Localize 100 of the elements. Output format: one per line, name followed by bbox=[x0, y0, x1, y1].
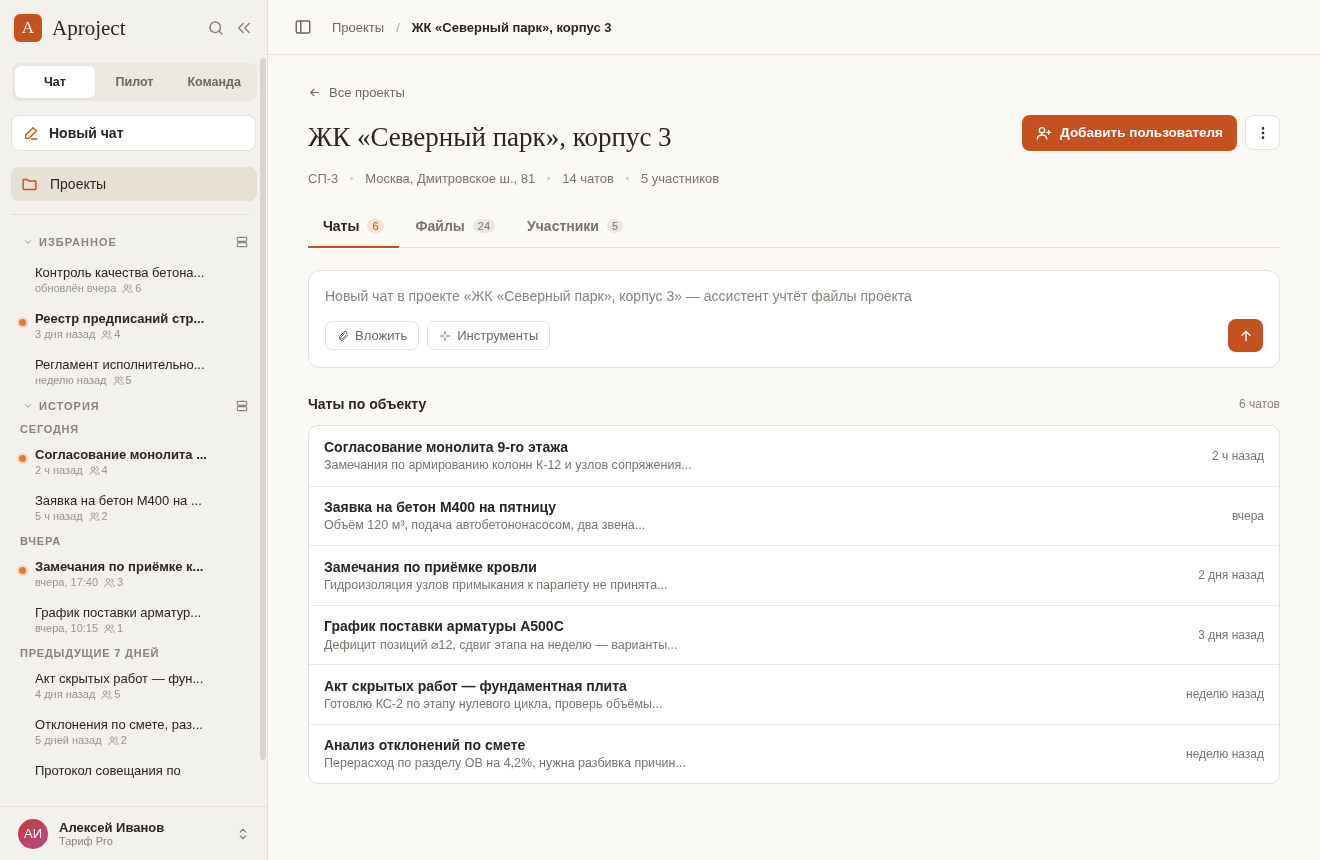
people-icon bbox=[104, 623, 116, 634]
chat-time: вчера, 10:15 bbox=[35, 621, 99, 636]
chat-title[interactable]: Отклонения по смете, раз... bbox=[35, 717, 241, 733]
group-label: ВЧЕРА bbox=[19, 535, 62, 547]
member-count: 2 bbox=[101, 509, 108, 524]
people-icon bbox=[112, 375, 124, 386]
attach-button[interactable]: Вложить bbox=[325, 321, 420, 350]
message-input[interactable]: Новый чат в проекте «ЖК «Северный парк», корпус 3» — ассистент учтёт файлы проекта bbox=[325, 288, 1263, 304]
chat-time: 5 дней назад bbox=[35, 733, 102, 748]
stack-icon[interactable] bbox=[235, 235, 249, 249]
group-label: СЕГОДНЯ bbox=[19, 423, 81, 435]
people-icon bbox=[104, 577, 116, 588]
chat-time: 3 дня назад bbox=[35, 327, 96, 342]
chat-row[interactable]: Акт скрытых работ — фундаментная плита Готовлю КС-2 по этапу нулевого цикла, проверь объёмы... неделю назад bbox=[309, 664, 1279, 724]
chat-preview: Гидроизоляция узлов примыкания к парапету не принята... bbox=[324, 577, 669, 592]
chat-preview: Дефицит позиций ⌀12, сдвиг этапа на неделю — варианты... bbox=[324, 636, 679, 652]
tab[interactable]: Чаты 6 bbox=[308, 218, 399, 248]
people-icon bbox=[107, 735, 119, 746]
chat-time: неделю назад bbox=[1186, 746, 1264, 761]
people-icon bbox=[88, 511, 100, 522]
breadcrumb-item: ЖК «Северный парк», корпус 3 bbox=[411, 19, 612, 35]
count-badge: 24 bbox=[472, 219, 495, 233]
member-count: 1 bbox=[117, 621, 124, 636]
chat-row[interactable]: Замечания по приёмке кровли Гидроизоляция узлов примыкания к парапету не принята... 2 дня назад bbox=[309, 545, 1279, 605]
chat-title: Замечания по приёмке кровли bbox=[324, 558, 538, 575]
chat-time: 2 ч назад bbox=[1212, 448, 1264, 463]
chat-time: 2 ч назад bbox=[35, 463, 83, 478]
member-count: 3 bbox=[117, 575, 124, 590]
people-icon bbox=[122, 283, 134, 294]
more-icon bbox=[1260, 125, 1265, 140]
scrollbar[interactable] bbox=[260, 58, 266, 760]
chat-time: 2 дня назад bbox=[1198, 568, 1264, 583]
unread-dot bbox=[19, 567, 26, 574]
logo-icon: A bbox=[14, 14, 42, 42]
mode-tab[interactable]: Команда bbox=[174, 66, 254, 98]
meta-item: Москва, Дмитровское ш., 81 bbox=[365, 171, 536, 186]
chat-title[interactable]: Акт скрытых работ — фун... bbox=[35, 671, 241, 687]
new-chat-button[interactable]: Новый чат bbox=[11, 115, 256, 151]
chevron-down-icon[interactable] bbox=[23, 237, 33, 247]
chat-title: Анализ отклонений по смете bbox=[324, 737, 527, 754]
chat-row[interactable]: График поставки арматуры А500С Дефицит позиций ⌀12, сдвиг этапа на неделю — варианты... 3 дня назад bbox=[309, 604, 1279, 664]
chat-title: Заявка на бетон М400 на пятницу bbox=[324, 499, 557, 516]
chat-title[interactable]: График поставки арматур... bbox=[35, 605, 241, 621]
chat-title[interactable]: Реестр предписаний стр... bbox=[35, 311, 241, 327]
send-button[interactable] bbox=[1228, 319, 1263, 352]
people-icon bbox=[101, 689, 113, 700]
section-title: Чаты по объекту bbox=[308, 396, 428, 412]
section-title: ИЗБРАННОЕ bbox=[39, 236, 118, 248]
member-count: 5 bbox=[114, 687, 121, 702]
count-badge: 5 bbox=[606, 219, 624, 233]
chat-title[interactable]: Замечания по приёмке к... bbox=[35, 559, 241, 575]
user-plan: Тариф Pro bbox=[59, 835, 114, 847]
chat-preview: Готовлю КС-2 по этапу нулевого цикла, проверь объёмы... bbox=[324, 696, 664, 711]
member-count: 4 bbox=[101, 463, 108, 478]
chat-title[interactable]: Заявка на бетон М400 на ... bbox=[35, 493, 241, 509]
sidebar-toggle-icon[interactable] bbox=[294, 18, 312, 36]
chat-time: вчера, 17:40 bbox=[35, 575, 99, 590]
user-name: Алексей Иванов bbox=[59, 820, 166, 835]
app-name: Aproject bbox=[52, 15, 127, 41]
chat-title[interactable]: Согласование монолита ... bbox=[35, 447, 241, 463]
group-label: ПРЕДЫДУЩИЕ 7 ДНЕЙ bbox=[19, 647, 161, 659]
breadcrumb-item[interactable]: Проекты bbox=[332, 19, 385, 35]
chat-time: неделю назад bbox=[35, 373, 107, 388]
search-icon[interactable] bbox=[207, 19, 225, 37]
chat-preview: Объём 120 м³, подача автобетононасосом, два звена... bbox=[324, 518, 647, 533]
back-link[interactable]: Все проекты bbox=[308, 85, 405, 100]
project-title: ЖК «Северный парк», корпус 3 bbox=[308, 122, 673, 153]
chat-preview: Перерасход по разделу ОВ на 4,2%, нужна разбивка причин... bbox=[324, 756, 687, 771]
chat-time: 3 дня назад bbox=[1198, 627, 1264, 642]
breadcrumb-separator: / bbox=[396, 19, 400, 35]
chat-title[interactable]: Протокол совещания по bbox=[35, 763, 241, 779]
back-arrow-icon bbox=[308, 86, 321, 99]
chat-row[interactable]: Заявка на бетон М400 на пятницу Объём 120 м³, подача автобетононасосом, два звена... вчера bbox=[309, 485, 1279, 545]
member-count: 4 bbox=[114, 327, 121, 342]
tab[interactable]: Участники 5 bbox=[512, 218, 639, 248]
chat-count: 6 чатов bbox=[1238, 397, 1280, 411]
user-plus-icon bbox=[1036, 124, 1053, 141]
pencil-icon bbox=[23, 125, 39, 141]
meta-item: 14 чатов bbox=[562, 171, 614, 186]
nav-item[interactable]: Проекты bbox=[11, 167, 257, 201]
chat-title[interactable]: Регламент исполнительно... bbox=[35, 357, 241, 373]
tab[interactable]: Файлы 24 bbox=[400, 218, 510, 248]
avatar[interactable]: АИ bbox=[18, 818, 48, 849]
meta-item: СП-3 bbox=[308, 171, 339, 186]
chat-row[interactable]: Анализ отклонений по смете Перерасход по разделу ОВ на 4,2%, нужна разбивка причин... неделю назад bbox=[309, 723, 1279, 783]
tools-button[interactable]: Инструменты bbox=[427, 321, 551, 350]
chat-time: 5 ч назад bbox=[35, 509, 83, 524]
section-title: ИСТОРИЯ bbox=[39, 400, 101, 412]
mode-tab[interactable]: Чат bbox=[15, 66, 95, 98]
chevron-down-icon[interactable] bbox=[23, 401, 33, 411]
chat-title: График поставки арматуры А500С bbox=[324, 617, 565, 634]
unread-dot bbox=[19, 319, 26, 326]
chat-row[interactable]: Согласование монолита 9-го этажа Замечания по армированию колонн К-12 и узлов сопряжения... 2 ч назад bbox=[309, 426, 1279, 486]
mode-tab[interactable]: Пилот bbox=[94, 66, 175, 98]
stack-icon[interactable] bbox=[235, 399, 249, 413]
unread-dot bbox=[19, 455, 26, 462]
chat-title: Акт скрытых работ — фундаментная плита bbox=[324, 677, 628, 694]
member-count: 6 bbox=[135, 281, 142, 296]
chat-title[interactable]: Контроль качества бетона... bbox=[35, 265, 241, 281]
add-user-button[interactable]: Добавить пользователя bbox=[1022, 114, 1237, 151]
